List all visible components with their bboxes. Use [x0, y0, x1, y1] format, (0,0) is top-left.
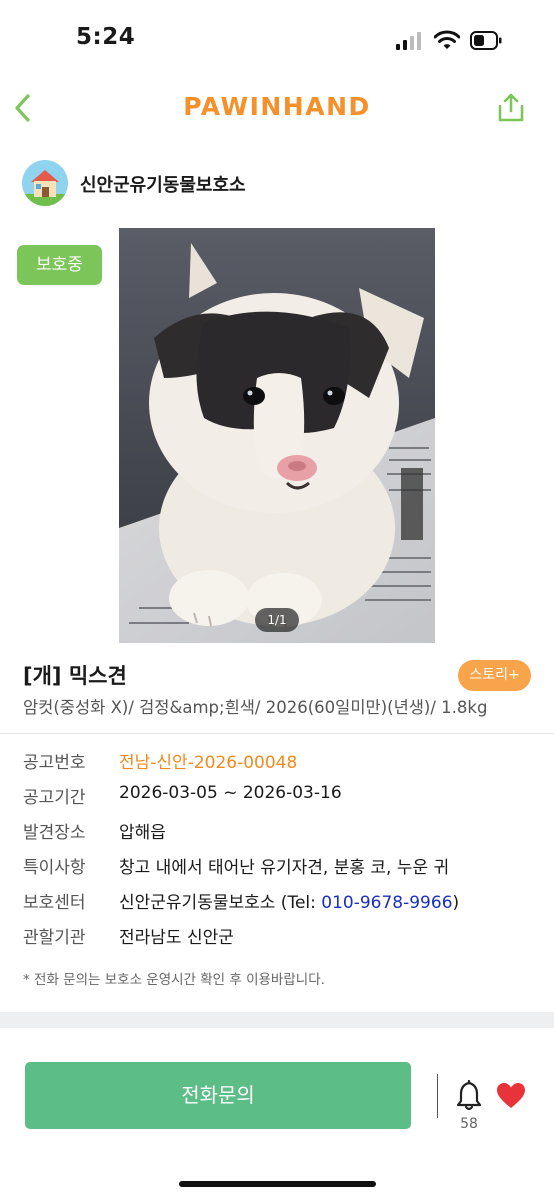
- contact-notice: * 전화 문의는 보호소 운영시간 확인 후 이용바랍니다.: [23, 972, 325, 988]
- photo-counter: 1/1: [255, 608, 299, 632]
- battery-icon: [470, 31, 502, 50]
- heart-icon[interactable]: [496, 1082, 526, 1110]
- found-place: 압해읍: [119, 823, 166, 843]
- center-name: 신안군유기동물보호소: [119, 893, 276, 913]
- info-label-authority: 관할기관: [23, 928, 86, 948]
- bell-icon[interactable]: [454, 1080, 484, 1112]
- authority: 전라남도 신안군: [119, 928, 234, 948]
- info-label-notice-no: 공고번호: [23, 753, 86, 773]
- signal-icon: [396, 32, 424, 50]
- tel-prefix: (Tel:: [275, 893, 322, 913]
- divider: [437, 1074, 438, 1118]
- call-button[interactable]: 전화문의: [25, 1062, 411, 1129]
- notice-number: 전남-신안-2026-00048: [119, 753, 298, 773]
- info-label-period: 공고기간: [23, 788, 86, 808]
- section-divider: [0, 1012, 554, 1028]
- brand-logo: PAWINHAND: [183, 92, 371, 121]
- share-button[interactable]: [496, 92, 526, 124]
- house-icon: [22, 170, 68, 206]
- info-label-features: 특이사항: [23, 858, 86, 878]
- pet-title: [개] 믹스견: [23, 664, 127, 688]
- info-label-found-place: 발견장소: [23, 823, 86, 843]
- info-label-center: 보호센터: [23, 893, 86, 913]
- wifi-icon: [434, 30, 460, 49]
- protection-center: 신안군유기동물보호소 (Tel: 010-9678-9966): [119, 888, 459, 913]
- story-button[interactable]: 스토리+: [458, 660, 531, 691]
- shelter-avatar[interactable]: [22, 160, 68, 206]
- divider: [0, 733, 554, 734]
- home-indicator: [179, 1181, 376, 1187]
- pet-photo[interactable]: [119, 228, 435, 643]
- shelter-name[interactable]: 신안군유기동물보호소: [80, 171, 246, 197]
- tel-suffix: ): [452, 893, 460, 913]
- special-features: 창고 내에서 태어난 유기자견, 분홍 코, 누운 귀: [119, 858, 450, 878]
- phone-link[interactable]: 010-9678-9966: [321, 893, 452, 913]
- status-time: 5:24: [76, 24, 136, 50]
- status-badge: 보호중: [17, 245, 102, 285]
- pet-summary: 암컷(중성화 X)/ 검정&amp;흰색/ 2026(60일미만)(년생)/ 1…: [23, 698, 488, 717]
- notice-period: 2026-03-05 ~ 2026-03-16: [119, 783, 342, 803]
- bell-count: 58: [460, 1116, 478, 1132]
